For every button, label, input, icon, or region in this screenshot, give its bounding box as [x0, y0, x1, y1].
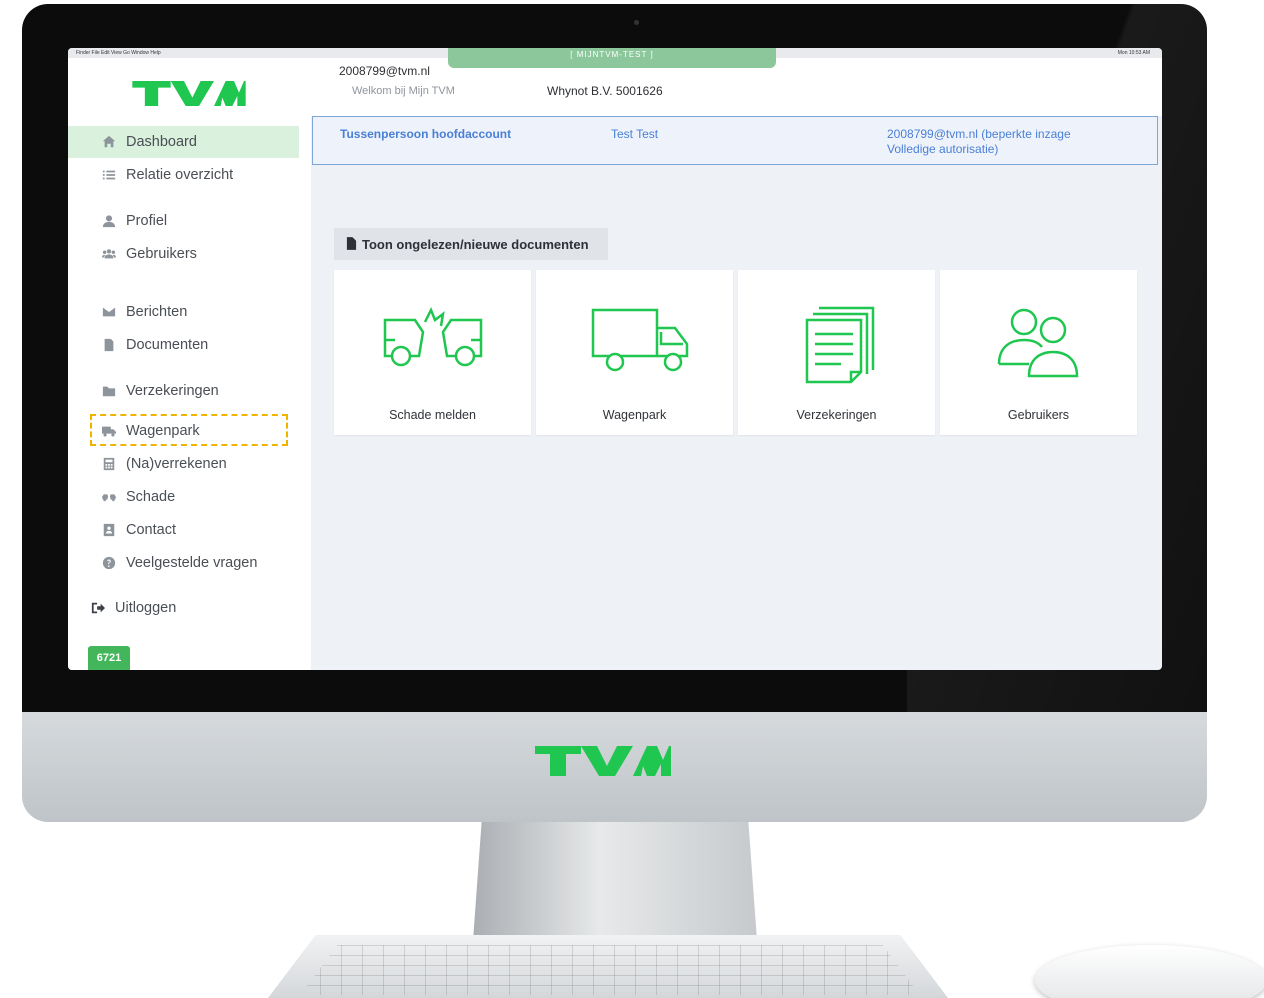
tile-gebruikers[interactable]: Gebruikers	[940, 270, 1137, 435]
envelope-icon	[101, 305, 116, 320]
sidebar-item-label: Veelgestelde vragen	[126, 555, 258, 571]
home-icon	[101, 135, 116, 150]
sidebar-item-gebruikers[interactable]: Gebruikers	[68, 238, 299, 270]
sidebar-item-veelgestelde-vragen[interactable]: Veelgestelde vragen	[68, 547, 299, 579]
sidebar-item-label: Profiel	[126, 213, 168, 229]
chin-tvm-logo	[535, 746, 671, 776]
monitor-scene: Finder File Edit View Go Window Help Mon…	[0, 0, 1264, 998]
file-icon	[101, 338, 116, 353]
sign-out-icon	[90, 601, 105, 616]
sidebar-item-contact[interactable]: Contact	[68, 514, 299, 546]
user-icon	[101, 214, 116, 229]
sidebar-item-label: Documenten	[126, 337, 209, 353]
folder-icon	[101, 384, 116, 399]
car-crash-icon	[334, 300, 531, 388]
header-email: 2008799@tvm.nl	[339, 64, 430, 78]
sidebar-item-label: (Na)verrekenen	[126, 456, 227, 472]
tile-label: Verzekeringen	[796, 408, 877, 422]
account-authorization: 2008799@tvm.nl (beperkte inzage Volledige…	[887, 127, 1071, 157]
account-name: Test Test	[611, 127, 659, 141]
mac-status-clock: Mon 10:53 AM	[1117, 50, 1150, 56]
users-icon	[101, 247, 116, 262]
sidebar-item-label: Contact	[126, 522, 176, 538]
keyboard-keys	[300, 945, 920, 995]
tile-verzekeringen[interactable]: Verzekeringen	[738, 270, 935, 435]
sidebar-item-label: Schade	[126, 489, 176, 505]
calculator-icon	[101, 457, 116, 472]
sidebar-item-dashboard[interactable]: Dashboard	[68, 126, 299, 158]
question-circle-icon	[101, 556, 116, 571]
sidebar-item-label: Dashboard	[126, 134, 197, 150]
toggle-label: Toon ongelezen/nieuwe documenten	[362, 236, 589, 252]
toggle-unread-documents-button[interactable]: Toon ongelezen/nieuwe documenten	[334, 228, 608, 260]
users-icon	[940, 300, 1137, 388]
tile-label: Gebruikers	[1007, 408, 1070, 422]
highlight-box	[90, 414, 288, 446]
logout-link[interactable]: Uitloggen	[68, 592, 299, 624]
tile-schade-melden[interactable]: Schade melden	[334, 270, 531, 435]
sidebar-item-relatie-overzicht[interactable]: Relatie overzicht	[68, 159, 299, 191]
sidebar-item-label: Berichten	[126, 304, 188, 320]
contact-card-icon	[101, 523, 116, 538]
tile-label: Wagenpark	[602, 408, 667, 422]
sidebar-item-profiel[interactable]: Profiel	[68, 205, 299, 237]
car-crash-icon	[101, 490, 116, 505]
sidebar-item-berichten[interactable]: Berichten	[68, 296, 299, 328]
documents-icon	[738, 300, 935, 388]
mac-menu-items[interactable]: Finder File Edit View Go Window Help	[76, 50, 161, 56]
account-role: Tussenpersoon hoofdaccount	[340, 127, 512, 141]
sidebar-item-schade[interactable]: Schade	[68, 481, 299, 513]
auth-line-1: 2008799@tvm.nl (beperkte inzage	[887, 127, 1071, 141]
sidebar-item-label: Relatie overzicht	[126, 167, 234, 183]
sidebar: Dashboard Relatie overzicht Profiel Gebr…	[68, 58, 311, 670]
camera	[634, 20, 639, 25]
list-icon	[101, 168, 116, 183]
account-infobar: Tussenpersoon hoofdaccount Test Test 200…	[312, 116, 1158, 165]
screen: Finder File Edit View Go Window Help Mon…	[68, 48, 1162, 670]
version-badge: 6721	[88, 646, 130, 670]
tile-wagenpark[interactable]: Wagenpark	[536, 270, 733, 435]
sidebar-item-label: Verzekeringen	[126, 383, 219, 399]
truck-icon	[536, 300, 733, 388]
header-welcome: Welkom bij Mijn TVM	[352, 85, 455, 97]
file-icon	[346, 237, 358, 251]
mouse	[1035, 945, 1264, 998]
logout-label: Uitloggen	[115, 600, 177, 616]
sidebar-item-documenten[interactable]: Documenten	[68, 329, 299, 361]
sidebar-item-naverrekenen[interactable]: (Na)verrekenen	[68, 448, 299, 480]
tvm-logo[interactable]	[124, 76, 254, 106]
sidebar-item-verzekeringen[interactable]: Verzekeringen	[68, 375, 299, 407]
environment-badge: [ MIJNTVM-TEST ]	[448, 48, 776, 68]
sidebar-item-label: Gebruikers	[126, 246, 197, 262]
auth-line-2: Volledige autorisatie)	[887, 142, 999, 156]
header-company: Whynot B.V. 5001626	[547, 84, 663, 98]
tile-label: Schade melden	[389, 408, 476, 422]
